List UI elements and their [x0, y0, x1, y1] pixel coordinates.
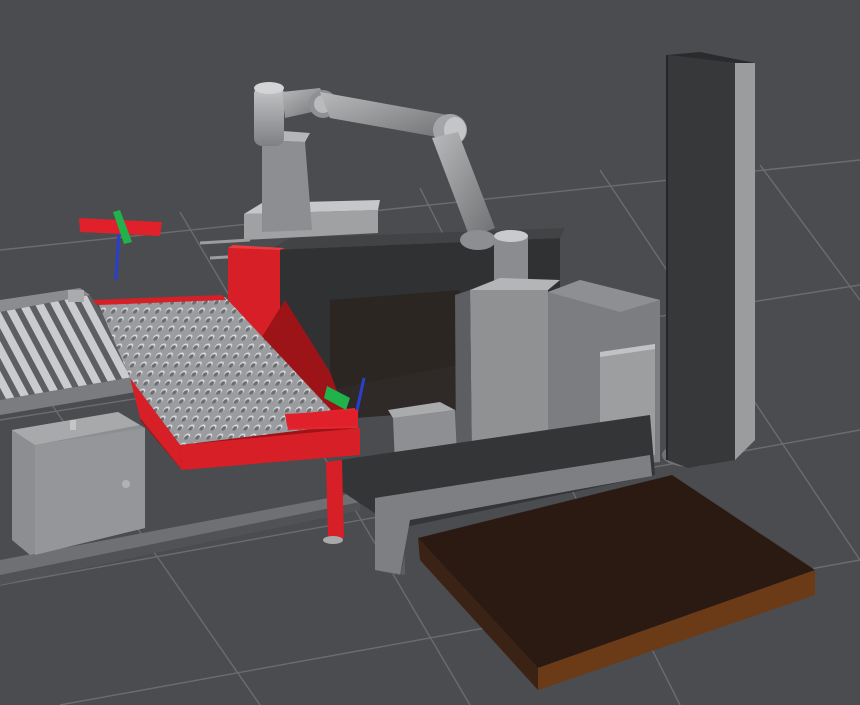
- tower-column[interactable]: [662, 52, 755, 468]
- 3d-viewport[interactable]: ⇆ ⇆: [0, 0, 860, 705]
- scene-canvas[interactable]: ⇆ ⇆: [0, 0, 860, 705]
- robot-arm-base: [262, 140, 312, 232]
